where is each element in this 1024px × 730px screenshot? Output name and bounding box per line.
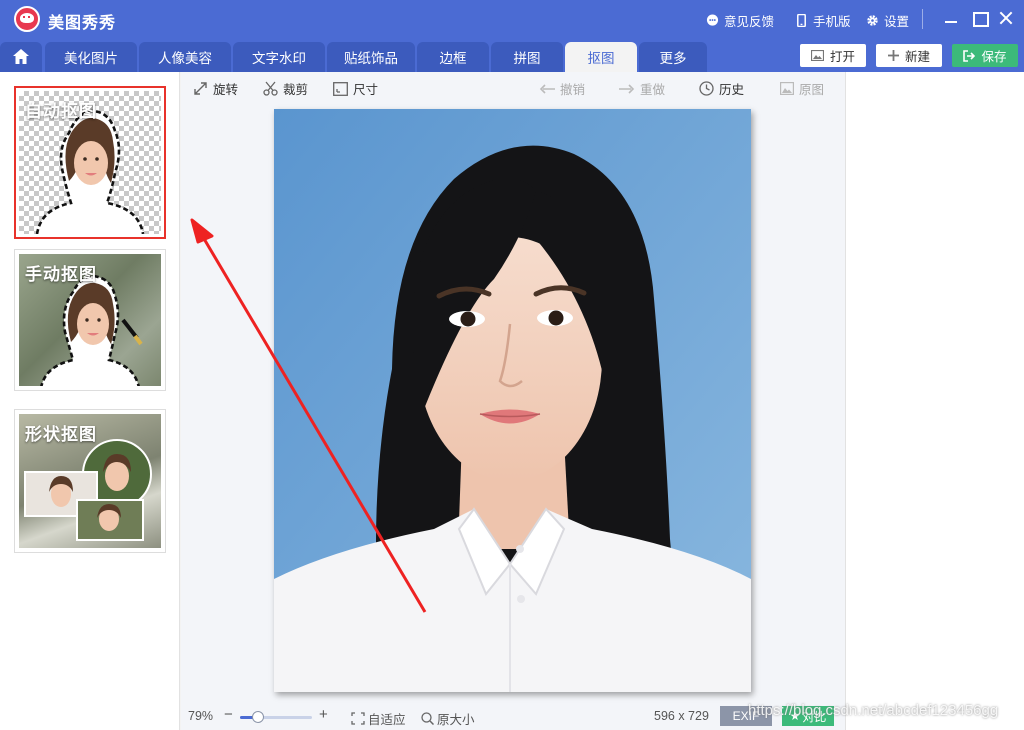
shape-cutout-thumbnail: 形状抠图 [19,414,161,548]
manual-cutout-thumbnail: 手动抠图 [19,254,161,386]
zoom-status-bar: 79% − + 自适应 原大小 596 x 729 EXIF ★ 对比 [181,702,845,730]
fit-icon [351,712,365,725]
gear-icon [867,15,878,26]
image-dimensions: 596 x 729 [654,709,709,723]
redo-tool[interactable]: 重做 [619,79,665,98]
undo-label: 撤销 [560,83,586,97]
original-label: 原图 [799,83,825,97]
history-label: 历史 [719,83,745,97]
tab-collage[interactable]: 拼图 [491,42,563,72]
feedback-label: 意见反馈 [724,15,775,29]
minimize-button[interactable] [941,8,961,28]
title-bar: 美图秀秀 意见反馈 手机版 设置 [0,0,1024,38]
tab-label: 抠图 [587,51,615,66]
crop-label: 裁剪 [283,83,309,97]
tab-more[interactable]: 更多 [639,42,707,72]
zoom-percent: 79% [188,709,214,723]
phone-icon [797,14,806,27]
app-title: 美图秀秀 [48,15,117,32]
resize-icon [333,81,348,96]
arrow-left-icon [539,83,555,94]
right-side-panel [845,72,1024,730]
tab-label: 更多 [659,51,687,66]
scissors-icon [263,81,278,96]
window-controls-divider [922,9,923,29]
tab-cutout[interactable]: 抠图 [565,42,637,72]
mobile-version-button[interactable]: 手机版 [795,11,851,30]
tab-label: 拼图 [513,51,541,66]
rotate-icon [194,82,207,95]
maximize-button[interactable] [969,8,989,28]
new-label: 新建 [904,50,930,64]
tab-label: 贴纸饰品 [344,51,398,66]
manual-cutout-card[interactable]: 手动抠图 [14,249,166,391]
home-icon [13,49,29,64]
image-icon [810,50,824,61]
actual-size-label: 原大小 [437,713,475,727]
tab-label: 文字水印 [252,51,306,66]
fit-window-button[interactable]: 自适应 [351,709,406,728]
tab-label: 人像美容 [158,51,212,66]
rotate-tool[interactable]: 旋转 [193,79,238,98]
shape-cutout-label: 形状抠图 [25,425,97,444]
main-tab-bar: 美化图片 人像美容 文字水印 贴纸饰品 边框 拼图 抠图 更多 打开 新建 保存 [0,38,1024,72]
zoom-slider-handle[interactable] [252,711,264,723]
blog-watermark: https://blog.csdn.net/abcdef123456gg [748,702,999,719]
portrait-image [274,109,751,692]
crop-tool[interactable]: 裁剪 [263,79,308,98]
settings-label: 设置 [884,15,910,29]
fit-label: 自适应 [368,713,406,727]
open-label: 打开 [829,50,855,64]
plus-icon [887,50,899,61]
zoom-in-button[interactable]: + [319,706,328,723]
tab-text-watermark[interactable]: 文字水印 [233,42,325,72]
tab-stickers[interactable]: 贴纸饰品 [327,42,415,72]
magnifier-icon [421,712,434,725]
zoom-slider[interactable] [240,711,312,723]
home-button[interactable] [0,42,42,72]
original-tool[interactable]: 原图 [780,79,824,98]
open-button[interactable]: 打开 [800,44,866,67]
undo-tool[interactable]: 撤销 [539,79,585,98]
save-button[interactable]: 保存 [952,44,1018,67]
tab-label: 美化图片 [64,51,118,66]
chat-bubble-icon [706,14,719,26]
tab-beautify[interactable]: 美化图片 [45,42,137,72]
app-logo-icon [14,6,40,32]
new-button[interactable]: 新建 [876,44,942,67]
auto-cutout-label: 自动抠图 [25,102,97,121]
close-window-button[interactable] [996,8,1016,28]
history-tool[interactable]: 历史 [699,79,744,98]
save-label: 保存 [981,50,1007,64]
tab-label: 边框 [439,51,467,66]
redo-label: 重做 [640,83,666,97]
tab-frames[interactable]: 边框 [417,42,489,72]
actual-size-button[interactable]: 原大小 [421,709,475,728]
settings-button[interactable]: 设置 [866,11,909,30]
mobile-version-label: 手机版 [813,15,851,29]
manual-cutout-label: 手动抠图 [25,265,97,284]
clock-icon [699,81,714,96]
shape-cutout-card[interactable]: 形状抠图 [14,409,166,553]
resize-label: 尺寸 [353,83,379,97]
portrait-photo[interactable] [274,109,751,692]
tab-portrait[interactable]: 人像美容 [139,42,231,72]
rotate-label: 旋转 [213,83,239,97]
auto-cutout-card[interactable]: 自动抠图 [14,86,166,239]
image-icon [780,82,794,95]
auto-cutout-thumbnail: 自动抠图 [19,91,161,234]
cutout-mode-panel: 自动抠图 手动抠图 形状抠图 [0,72,180,730]
canvas-area: 旋转 裁剪 尺寸 撤销 重做 历史 原图 79% − + 自适应 原大小 596… [181,72,845,730]
resize-tool[interactable]: 尺寸 [333,79,378,98]
arrow-right-icon [619,83,635,94]
export-icon [963,49,976,62]
edit-toolbar: 旋转 裁剪 尺寸 撤销 重做 历史 原图 [181,72,845,102]
feedback-button[interactable]: 意见反馈 [706,11,774,30]
zoom-out-button[interactable]: − [224,706,233,723]
